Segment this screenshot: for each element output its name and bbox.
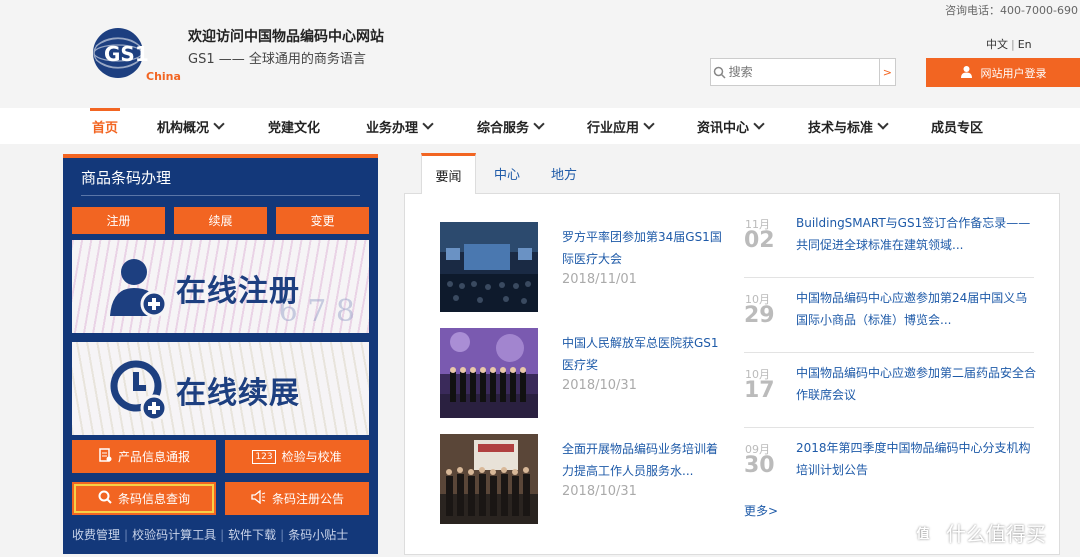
lang-zh-link[interactable]: 中文 xyxy=(986,38,1008,51)
news-item[interactable]: 中国人民解放军总医院获GS1医疗奖 2018/10/31 xyxy=(440,328,730,418)
product-info-report-button[interactable]: 产品信息通报 xyxy=(72,440,216,473)
hotline-text: 咨询电话：400-7000-690 xyxy=(945,4,1078,17)
lang-en-link[interactable]: En xyxy=(1018,38,1032,51)
user-login-button[interactable]: 网站用户登录 xyxy=(926,58,1080,87)
chevron-down-icon xyxy=(213,118,225,130)
inspection-calibration-button[interactable]: 123 检验与校准 xyxy=(225,440,369,473)
news-item[interactable]: 全面开展物品编码业务培训着力提高工作人员服务水... 2018/10/31 xyxy=(440,434,730,524)
news-list-title[interactable]: 中国物品编码中心应邀参加第24届中国义乌国际小商品（标准）博览会... xyxy=(796,287,1036,331)
quick-links: 收费管理 | 校验码计算工具 | 软件下载 | 条码小贴士 xyxy=(72,526,348,543)
link-separator: | xyxy=(280,528,285,542)
tab-center[interactable]: 中心 xyxy=(483,153,531,194)
svg-text:GS1: GS1 xyxy=(104,42,149,66)
link-checkdigit-tool[interactable]: 校验码计算工具 xyxy=(132,528,216,542)
news-list-title[interactable]: 中国物品编码中心应邀参加第二届药品安全合作联席会议 xyxy=(796,362,1036,406)
news-date: 2018/11/01 xyxy=(562,272,637,287)
link-separator: | xyxy=(220,528,225,542)
news-day: 29 xyxy=(744,303,775,328)
news-day: 17 xyxy=(744,378,775,403)
tab-local[interactable]: 地方 xyxy=(540,153,588,194)
lang-separator: | xyxy=(1011,38,1015,51)
news-day: 02 xyxy=(744,228,775,253)
chevron-down-icon xyxy=(877,118,889,130)
nav-standards[interactable]: 技术与标准 xyxy=(808,108,889,144)
site-title: 欢迎访问中国物品编码中心网站 xyxy=(188,29,384,45)
news-list-item[interactable]: 10月 29 中国物品编码中心应邀参加第24届中国义乌国际小商品（标准）博览会.… xyxy=(744,287,1034,353)
nav-business[interactable]: 业务办理 xyxy=(366,108,434,144)
change-button[interactable]: 变更 xyxy=(276,207,369,234)
chevron-down-icon xyxy=(753,118,765,130)
language-switcher: 中文 | En xyxy=(986,36,1032,52)
news-date: 2018/10/31 xyxy=(562,378,637,393)
news-date: 2018/10/31 xyxy=(562,484,637,499)
search-box: > xyxy=(710,58,896,86)
panel-title: 商品条码办理 xyxy=(81,169,172,187)
search-input[interactable] xyxy=(728,60,879,84)
banner-label: 在线续展 xyxy=(176,376,300,411)
user-add-icon xyxy=(110,254,170,320)
document-icon xyxy=(98,448,112,465)
nav-members[interactable]: 成员专区 xyxy=(931,108,983,144)
nav-home[interactable]: 首页 xyxy=(90,108,121,144)
numeric-badge-icon: 123 xyxy=(252,449,276,464)
news-list-title[interactable]: BuildingSMART与GS1签订合作备忘录——共同促进全球标准在建筑领域.… xyxy=(796,212,1036,256)
watermark-logo-icon: 值 xyxy=(908,517,938,547)
nav-industry[interactable]: 行业应用 xyxy=(587,108,655,144)
watermark-text: 什么值得买 xyxy=(946,521,1046,546)
nav-services[interactable]: 综合服务 xyxy=(477,108,545,144)
news-thumbnail[interactable] xyxy=(440,222,538,312)
news-title[interactable]: 全面开展物品编码业务培训着力提高工作人员服务水... xyxy=(562,438,722,482)
svg-text:China: China xyxy=(146,70,181,83)
banner-label: 在线注册 xyxy=(176,274,300,309)
renew-button[interactable]: 续展 xyxy=(174,207,267,234)
search-submit-button[interactable]: > xyxy=(878,59,895,85)
more-link[interactable]: 更多> xyxy=(744,502,778,519)
tab-headlines[interactable]: 要闻 xyxy=(421,153,476,194)
news-title[interactable]: 罗方平率团参加第34届GS1国际医疗大会 xyxy=(562,226,722,270)
site-header: GS1 China 欢迎访问中国物品编码中心网站 GS1 —— 全球通用的商务语… xyxy=(0,0,1080,108)
chevron-down-icon xyxy=(422,118,434,130)
chevron-down-icon xyxy=(533,118,545,130)
clock-add-icon xyxy=(110,356,170,422)
link-barcode-tips[interactable]: 条码小贴士 xyxy=(288,528,348,542)
news-panel: 罗方平率团参加第34届GS1国际医疗大会 2018/11/01 中国人民解放军总… xyxy=(404,193,1060,555)
smzdm-watermark: 值 什么值得买 xyxy=(908,514,1046,550)
link-fees[interactable]: 收费管理 xyxy=(72,528,120,542)
divider xyxy=(81,195,360,196)
news-list-title[interactable]: 2018年第四季度中国物品编码中心分支机构培训计划公告 xyxy=(796,437,1036,481)
barcode-announcement-button[interactable]: 条码注册公告 xyxy=(225,482,369,515)
news-list-item[interactable]: 11月 02 BuildingSMART与GS1签订合作备忘录——共同促进全球标… xyxy=(744,212,1034,278)
gs1-logo[interactable]: GS1 China xyxy=(92,26,182,86)
search-icon xyxy=(98,490,112,507)
nav-party[interactable]: 党建文化 xyxy=(268,108,320,144)
login-label: 网站用户登录 xyxy=(980,66,1047,80)
main-nav: 首页 机构概况 党建文化 业务办理 综合服务 行业应用 资讯中心 技术与标准 成… xyxy=(0,108,1080,144)
nav-news[interactable]: 资讯中心 xyxy=(697,108,765,144)
register-button[interactable]: 注册 xyxy=(72,207,165,234)
chevron-down-icon xyxy=(643,118,655,130)
news-day: 30 xyxy=(744,453,775,478)
news-thumbnail[interactable] xyxy=(440,434,538,524)
news-list-item[interactable]: 10月 17 中国物品编码中心应邀参加第二届药品安全合作联席会议 xyxy=(744,362,1036,428)
search-icon xyxy=(711,59,729,85)
site-subtitle: GS1 —— 全球通用的商务语言 xyxy=(188,52,366,67)
online-register-banner[interactable]: 6 7 8 在线注册 xyxy=(72,240,369,333)
megaphone-icon xyxy=(250,489,266,507)
news-item[interactable]: 罗方平率团参加第34届GS1国际医疗大会 2018/11/01 xyxy=(440,222,730,312)
link-separator: | xyxy=(124,528,129,542)
barcode-service-panel: 商品条码办理 注册 续展 变更 6 7 8 在线注册 在线续展 产品信息通报 1… xyxy=(63,154,378,554)
news-title[interactable]: 中国人民解放军总医院获GS1医疗奖 xyxy=(562,332,722,376)
barcode-query-button[interactable]: 条码信息查询 xyxy=(72,482,216,515)
nav-about[interactable]: 机构概况 xyxy=(157,108,225,144)
news-thumbnail[interactable] xyxy=(440,328,538,418)
link-software-download[interactable]: 软件下载 xyxy=(228,528,276,542)
news-list-item[interactable]: 09月 30 2018年第四季度中国物品编码中心分支机构培训计划公告 xyxy=(744,437,1034,503)
user-icon xyxy=(960,65,973,81)
online-renew-banner[interactable]: 在线续展 xyxy=(72,342,369,435)
